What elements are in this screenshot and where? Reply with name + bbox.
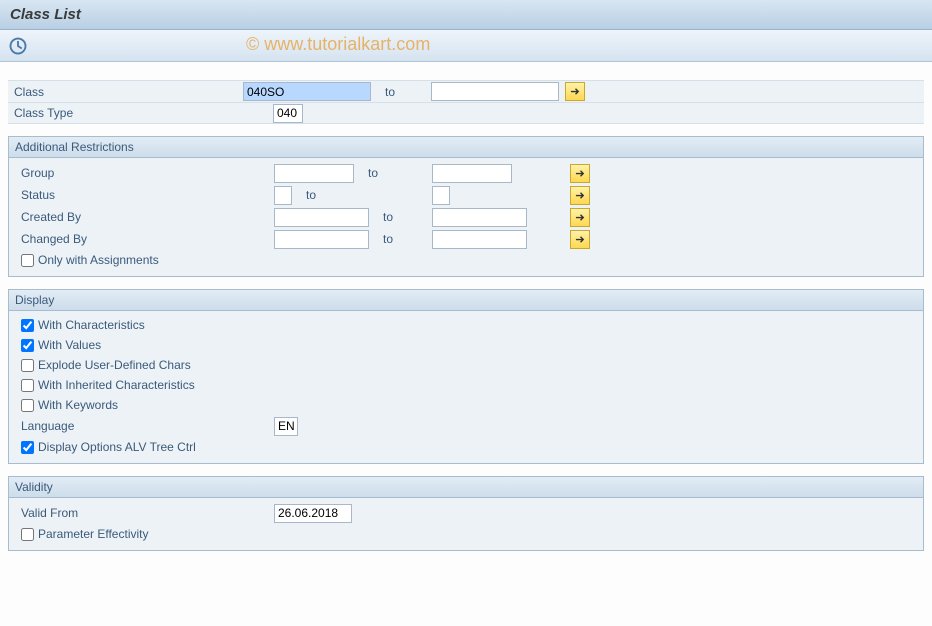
- valid-from-label: Valid From: [9, 506, 274, 520]
- param-effectivity-label: Parameter Effectivity: [38, 527, 148, 541]
- display-group: Display With Characteristics With Values…: [8, 289, 924, 464]
- changed-by-label: Changed By: [9, 232, 244, 246]
- toolbar: © www.tutorialkart.com: [0, 30, 932, 62]
- alv-tree-label: Display Options ALV Tree Ctrl: [38, 440, 196, 454]
- additional-restrictions-group: Additional Restrictions Group to Status …: [8, 136, 924, 277]
- watermark: © www.tutorialkart.com: [246, 34, 430, 55]
- display-header: Display: [9, 290, 923, 311]
- class-from-input[interactable]: [243, 82, 371, 101]
- changed-multi-button[interactable]: [570, 230, 590, 249]
- only-assignments-label: Only with Assignments: [38, 253, 159, 267]
- created-to-input[interactable]: [432, 208, 527, 227]
- to-label: to: [369, 210, 432, 224]
- group-from-input[interactable]: [274, 164, 354, 183]
- with-values-checkbox[interactable]: [21, 339, 34, 352]
- status-from-input[interactable]: [274, 186, 292, 205]
- page-title: Class List: [0, 0, 932, 30]
- to-label: to: [371, 85, 431, 99]
- param-effectivity-checkbox[interactable]: [21, 528, 34, 541]
- changed-from-input[interactable]: [274, 230, 369, 249]
- created-from-input[interactable]: [274, 208, 369, 227]
- inherited-checkbox[interactable]: [21, 379, 34, 392]
- restrictions-header: Additional Restrictions: [9, 137, 923, 158]
- language-input[interactable]: [274, 417, 298, 436]
- status-multi-button[interactable]: [570, 186, 590, 205]
- inherited-label: With Inherited Characteristics: [38, 378, 195, 392]
- class-multi-select-button[interactable]: [565, 82, 585, 101]
- class-type-label: Class Type: [8, 106, 243, 120]
- to-label: to: [292, 188, 432, 202]
- explode-checkbox[interactable]: [21, 359, 34, 372]
- status-label: Status: [9, 188, 244, 202]
- group-label: Group: [9, 166, 244, 180]
- created-by-label: Created By: [9, 210, 244, 224]
- with-characteristics-checkbox[interactable]: [21, 319, 34, 332]
- with-values-label: With Values: [38, 338, 101, 352]
- validity-header: Validity: [9, 477, 923, 498]
- validity-group: Validity Valid From Parameter Effectivit…: [8, 476, 924, 551]
- group-multi-button[interactable]: [570, 164, 590, 183]
- to-label: to: [369, 232, 432, 246]
- valid-from-input[interactable]: [274, 504, 352, 523]
- execute-icon[interactable]: [8, 36, 28, 56]
- language-label: Language: [9, 419, 274, 433]
- class-to-input[interactable]: [431, 82, 559, 101]
- selection-fields: Class to Class Type: [8, 80, 924, 124]
- alv-tree-checkbox[interactable]: [21, 441, 34, 454]
- only-assignments-checkbox[interactable]: [21, 254, 34, 267]
- status-to-input[interactable]: [432, 186, 450, 205]
- content-area: Class to Class Type Additional Restricti…: [0, 62, 932, 559]
- created-multi-button[interactable]: [570, 208, 590, 227]
- class-type-input[interactable]: [273, 104, 303, 123]
- keywords-checkbox[interactable]: [21, 399, 34, 412]
- with-characteristics-label: With Characteristics: [38, 318, 145, 332]
- to-label: to: [354, 166, 432, 180]
- group-to-input[interactable]: [432, 164, 512, 183]
- explode-label: Explode User-Defined Chars: [38, 358, 191, 372]
- class-label: Class: [8, 85, 243, 99]
- keywords-label: With Keywords: [38, 398, 118, 412]
- changed-to-input[interactable]: [432, 230, 527, 249]
